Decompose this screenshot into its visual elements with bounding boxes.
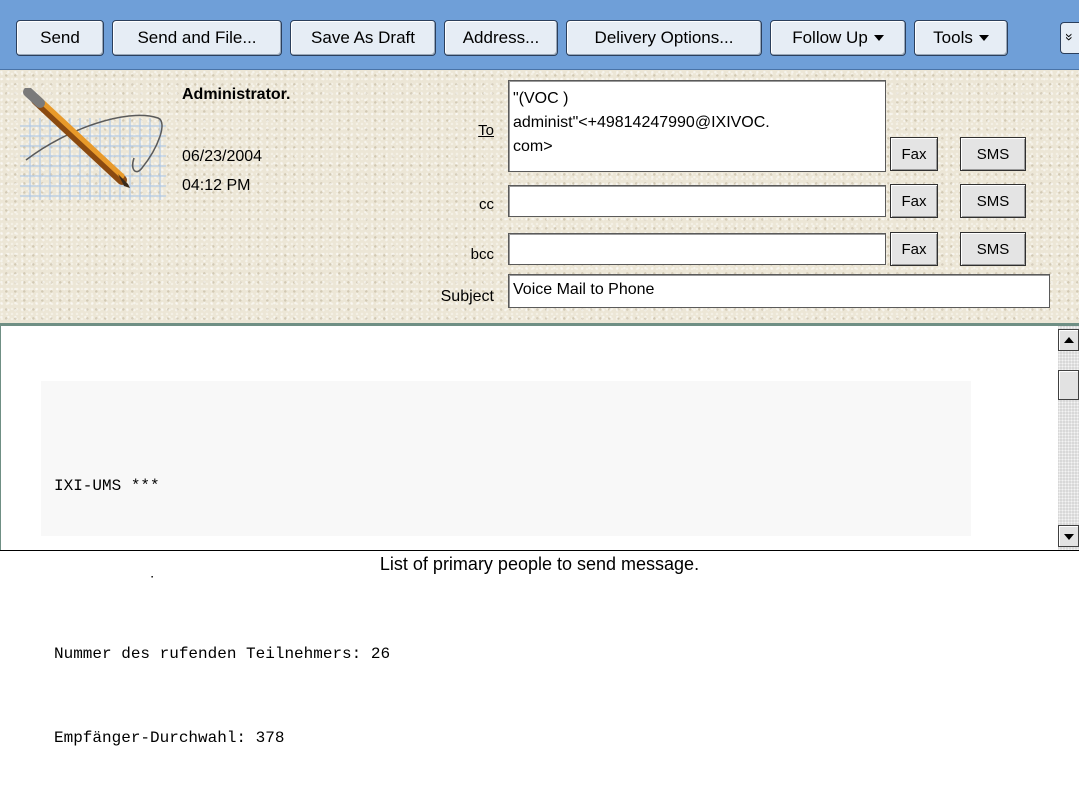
send-and-file-button[interactable]: Send and File...	[112, 20, 282, 56]
compose-pen-icon	[18, 87, 170, 207]
body-line: Empfänger-Durchwahl: 378	[54, 729, 285, 747]
toolbar: Send Send and File... Save As Draft Addr…	[0, 0, 1079, 70]
bcc-sms-button[interactable]: SMS	[960, 232, 1026, 266]
chevron-down-icon	[873, 35, 884, 41]
to-field[interactable]: "(VOC ) administ"<+49814247990@IXIVOC. c…	[508, 80, 886, 172]
subject-label: Subject	[440, 288, 494, 305]
chevron-down-icon	[978, 35, 989, 41]
message-body[interactable]: IXI-UMS *** IXI-UMS Report: Nummer des r…	[0, 326, 1058, 747]
cc-label: cc	[479, 196, 494, 213]
follow-up-label: Follow Up	[792, 28, 868, 47]
scroll-down-button[interactable]	[1058, 525, 1079, 547]
bcc-fax-button[interactable]: Fax	[890, 232, 938, 266]
subject-field[interactable]: Voice Mail to Phone	[508, 274, 1050, 308]
tools-label: Tools	[933, 28, 973, 47]
tools-button[interactable]: Tools	[914, 20, 1008, 56]
scroll-thumb[interactable]	[1058, 370, 1079, 400]
delivery-options-button[interactable]: Delivery Options...	[566, 20, 762, 56]
message-text: IXI-UMS *** IXI-UMS Report: Nummer des r…	[41, 381, 971, 747]
body-line: Nummer des rufenden Teilnehmers: 26	[54, 645, 391, 663]
sent-time: 04:12 PM	[182, 177, 251, 194]
sent-date: 06/23/2004	[182, 148, 263, 165]
status-bar: List of primary people to send message.	[0, 550, 1079, 576]
cc-fax-button[interactable]: Fax	[890, 184, 938, 218]
message-header: Administrator. 06/23/2004 04:12 PM To cc…	[0, 70, 1079, 326]
to-link[interactable]: To	[467, 122, 494, 139]
arrow-up-icon	[1064, 337, 1074, 343]
follow-up-button[interactable]: Follow Up	[770, 20, 906, 56]
more-toolbar-button[interactable]: »	[1060, 22, 1079, 54]
address-button[interactable]: Address...	[444, 20, 558, 56]
to-sms-button[interactable]: SMS	[960, 137, 1026, 171]
double-chevron-icon: »	[1061, 33, 1078, 41]
scroll-up-button[interactable]	[1058, 329, 1079, 351]
save-as-draft-button[interactable]: Save As Draft	[290, 20, 436, 56]
to-fax-button[interactable]: Fax	[890, 137, 938, 171]
body-line: IXI-UMS ***	[54, 477, 160, 495]
cc-sms-button[interactable]: SMS	[960, 184, 1026, 218]
bcc-label: bcc	[470, 246, 494, 263]
send-button[interactable]: Send	[16, 20, 104, 56]
bcc-field[interactable]	[508, 233, 886, 265]
sender-name: Administrator.	[182, 86, 291, 103]
status-text: List of primary people to send message.	[379, 554, 700, 574]
arrow-down-icon	[1064, 534, 1074, 540]
cc-field[interactable]	[508, 185, 886, 217]
vertical-scrollbar[interactable]	[1058, 326, 1079, 550]
